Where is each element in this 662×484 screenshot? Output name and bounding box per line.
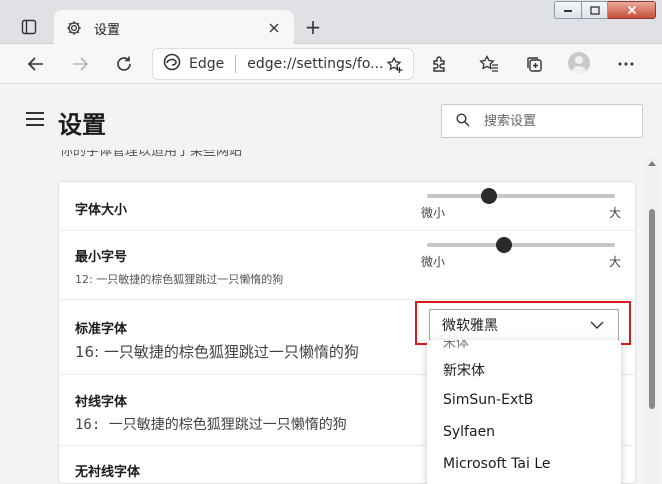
font-size-slider[interactable]: 微小 大 — [421, 184, 621, 220]
more-options-icon[interactable] — [612, 50, 640, 78]
tab-actions-menu-icon[interactable] — [18, 16, 40, 38]
site-label: Edge — [189, 56, 225, 72]
min-font-size-row: 最小字号 12: 一只敏捷的棕色狐狸跳过一只懒惰的狗 微小 大 — [59, 231, 635, 300]
font-size-row: 字体大小 微小 大 — [59, 182, 635, 231]
close-tab-icon[interactable] — [264, 18, 284, 38]
scrollbar-thumb[interactable] — [649, 209, 655, 409]
slider-max-label: 大 — [608, 206, 621, 220]
dropdown-option[interactable]: SimSun-ExtB — [443, 392, 533, 408]
min-font-size-slider[interactable]: 微小 大 — [421, 233, 621, 269]
settings-header: 设置 — [0, 85, 662, 157]
hamburger-menu-icon[interactable] — [26, 112, 44, 126]
tab-settings[interactable]: 设置 — [54, 10, 294, 46]
font-size-label: 字体大小 — [75, 203, 128, 218]
min-font-size-label: 最小字号 — [75, 250, 128, 265]
edge-logo-icon — [163, 53, 181, 75]
title-bar: 设置 + — [0, 0, 662, 46]
new-tab-button[interactable]: + — [302, 15, 324, 39]
forward-arrow-icon[interactable] — [66, 50, 94, 78]
close-window-button[interactable] — [608, 1, 656, 19]
address-bar[interactable]: Edge edge://settings/fo... — [152, 48, 414, 80]
serif-font-sample: 16: 一只敏捷的棕色狐狸跳过一只懒惰的狗 — [75, 417, 347, 433]
refresh-icon[interactable] — [110, 50, 138, 78]
dropdown-option-clipped[interactable]: 宋体 — [443, 340, 469, 351]
browser-toolbar: Edge edge://settings/fo... — [0, 44, 662, 84]
page-scrollbar[interactable] — [646, 157, 658, 484]
serif-font-label: 衬线字体 — [75, 395, 128, 410]
back-arrow-icon[interactable] — [22, 50, 50, 78]
profile-avatar[interactable] — [568, 52, 590, 74]
slider-max-label: 大 — [608, 255, 621, 269]
scroll-up-arrow-icon[interactable] — [648, 159, 656, 167]
slider-track — [427, 243, 615, 247]
url-text: edge://settings/fo... — [247, 56, 384, 72]
search-input[interactable] — [484, 113, 634, 129]
dropdown-option[interactable]: 新宋体 — [443, 360, 485, 380]
search-box[interactable] — [441, 104, 643, 138]
sans-serif-font-label: 无衬线字体 — [75, 465, 141, 480]
clipped-description: 你的字体管理以适用于某些网站 — [60, 150, 243, 159]
slider-min-label: 微小 — [421, 206, 446, 220]
search-icon — [456, 112, 470, 131]
favorites-icon[interactable] — [475, 50, 503, 78]
slider-thumb[interactable] — [496, 237, 513, 253]
slider-thumb[interactable] — [481, 188, 498, 204]
dropdown-option[interactable]: Sylfaen — [443, 424, 495, 440]
add-favorite-icon[interactable] — [385, 55, 405, 75]
standard-font-label: 标准字体 — [75, 322, 128, 337]
collections-icon[interactable] — [520, 50, 548, 78]
font-dropdown-list: 宋体 新宋体 SimSun-ExtB Sylfaen Microsoft Tai… — [427, 340, 621, 484]
min-font-size-sample: 12: 一只敏捷的棕色狐狸跳过一只懒惰的狗 — [75, 273, 284, 286]
slider-track — [427, 194, 615, 198]
dropdown-option[interactable]: Microsoft Tai Le — [443, 456, 550, 472]
extensions-icon[interactable] — [426, 50, 454, 78]
highlight-annotation — [415, 301, 631, 345]
tab-title: 设置 — [94, 22, 121, 38]
page-title: 设置 — [58, 111, 106, 139]
slider-min-label: 微小 — [421, 255, 446, 269]
maximize-button[interactable] — [582, 1, 608, 19]
address-separator — [235, 55, 237, 73]
minimize-button[interactable] — [554, 1, 582, 19]
standard-font-sample: 16: 一只敏捷的棕色狐狸跳过一只懒惰的狗 — [75, 343, 359, 361]
gear-icon — [64, 18, 84, 38]
